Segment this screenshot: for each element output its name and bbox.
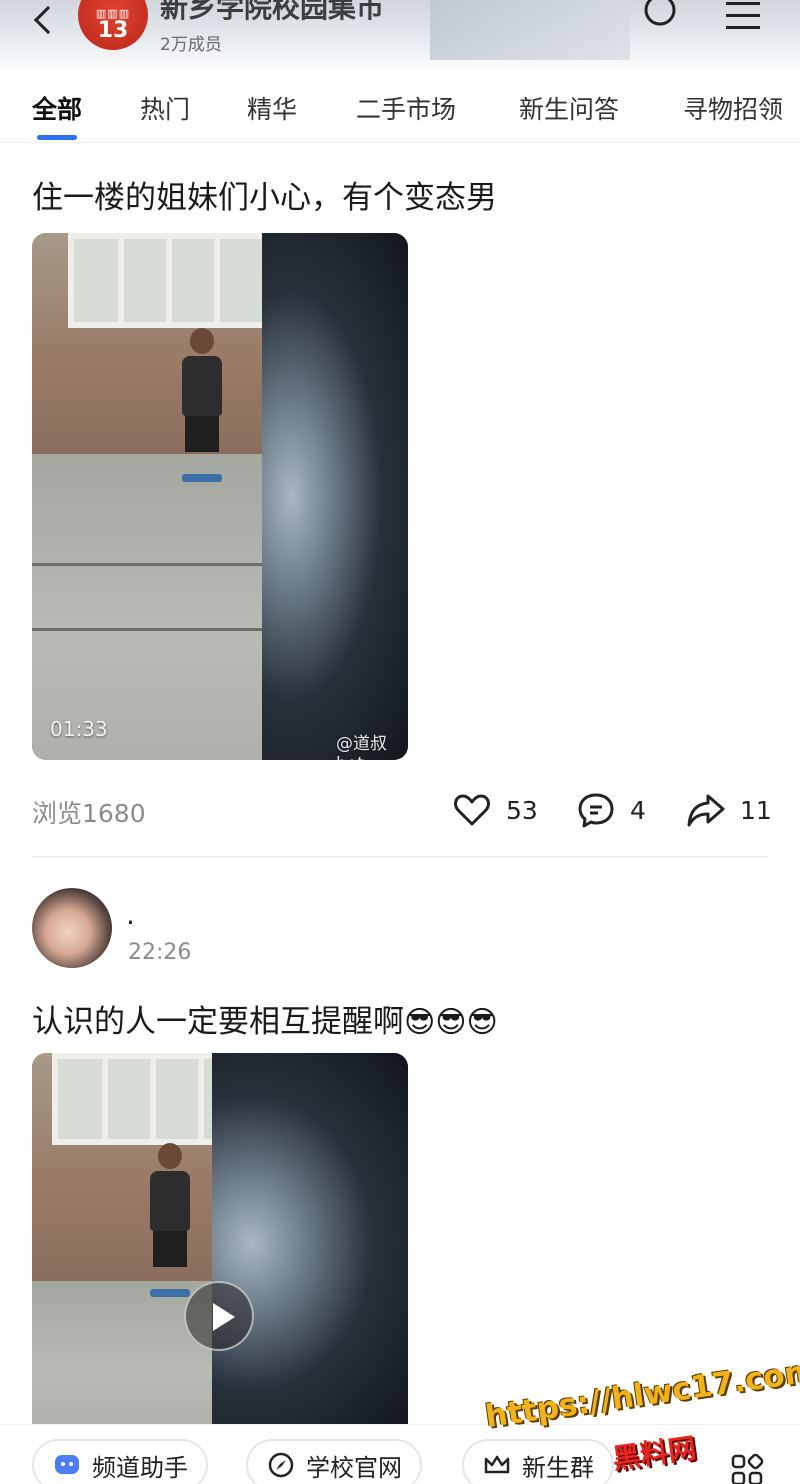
- share-icon: [687, 794, 725, 827]
- post-text[interactable]: 认识的人一定要相互提醒啊😎😎😎: [32, 996, 498, 1041]
- post-divider: [32, 856, 768, 858]
- video-scene-curtain: [212, 1053, 408, 1433]
- assistant-icon: [55, 1455, 79, 1474]
- post-video[interactable]: 01:33 @道叔bot: [32, 233, 408, 760]
- channel-logo[interactable]: ▥▥▥ 13: [78, 0, 148, 50]
- chip-school-website[interactable]: 学校官网: [246, 1439, 422, 1484]
- logo-badge: 13: [97, 17, 129, 43]
- avatar[interactable]: [32, 888, 112, 968]
- grid-icon[interactable]: [730, 1453, 764, 1484]
- chip-channel-assistant[interactable]: 频道助手: [32, 1439, 208, 1484]
- video-scene-person: [180, 328, 224, 482]
- video-scene-person: [148, 1143, 192, 1297]
- compass-icon: [268, 1452, 294, 1478]
- post-title[interactable]: 住一楼的姐妹们小心，有个变态男: [32, 172, 497, 217]
- video-scene-windows: [68, 233, 288, 328]
- tab-freshman-qa[interactable]: 新生问答: [519, 90, 619, 126]
- post-video-2[interactable]: [32, 1053, 408, 1433]
- tabs-divider: [0, 142, 800, 143]
- tab-all[interactable]: 全部: [32, 90, 82, 126]
- chip-label: 新生群: [522, 1453, 594, 1482]
- chip-freshman-group[interactable]: 新生群: [462, 1439, 614, 1484]
- chip-label: 学校官网: [306, 1453, 402, 1482]
- heart-icon: [454, 794, 490, 826]
- post-stats: 浏览1680 53 4 11: [32, 790, 772, 830]
- video-scene-fence: [32, 563, 266, 566]
- tab-lost-found[interactable]: 寻物招领: [683, 90, 783, 126]
- post-emojis: 😎😎😎: [404, 1005, 498, 1040]
- view-count: 浏览1680: [32, 799, 146, 828]
- share-count: 11: [740, 795, 772, 825]
- search-icon[interactable]: [640, 0, 680, 34]
- like-button[interactable]: 53: [452, 790, 538, 830]
- video-scene-fence: [32, 628, 266, 631]
- video-duration: 01:33: [50, 717, 108, 741]
- channel-members: 2万成员: [160, 35, 222, 55]
- play-button[interactable]: [184, 1281, 254, 1351]
- post-time: 22:26: [128, 940, 192, 965]
- post-text-body: 认识的人一定要相互提醒啊: [32, 1004, 404, 1040]
- header-background: [430, 0, 630, 60]
- like-count: 53: [506, 795, 538, 825]
- channel-header: ▥▥▥ 13 新乡学院校园集市 2万成员: [0, 0, 800, 72]
- post-author[interactable]: .: [126, 898, 135, 931]
- comment-icon: [578, 793, 614, 828]
- channel-title: 新乡学院校园集市: [160, 0, 385, 24]
- site-watermark-url: https://hlwc17.com: [483, 1352, 800, 1436]
- comment-count: 4: [630, 795, 646, 825]
- channel-tabs: 全部 热门 精华 二手市场 新生问答 寻物招领: [0, 72, 800, 142]
- back-button[interactable]: [22, 0, 66, 40]
- chip-label: 频道助手: [92, 1453, 188, 1482]
- tab-featured[interactable]: 精华: [247, 90, 297, 126]
- chevron-left-icon: [33, 5, 63, 35]
- crown-icon: [484, 1455, 510, 1474]
- video-scene-curtain: [262, 233, 408, 760]
- video-watermark: @道叔bot: [336, 734, 387, 760]
- tab-hot[interactable]: 热门: [140, 90, 190, 126]
- tab-second-hand[interactable]: 二手市场: [356, 90, 456, 126]
- comment-button[interactable]: 4: [576, 790, 646, 830]
- menu-icon[interactable]: [722, 0, 766, 34]
- share-button[interactable]: 11: [686, 790, 772, 830]
